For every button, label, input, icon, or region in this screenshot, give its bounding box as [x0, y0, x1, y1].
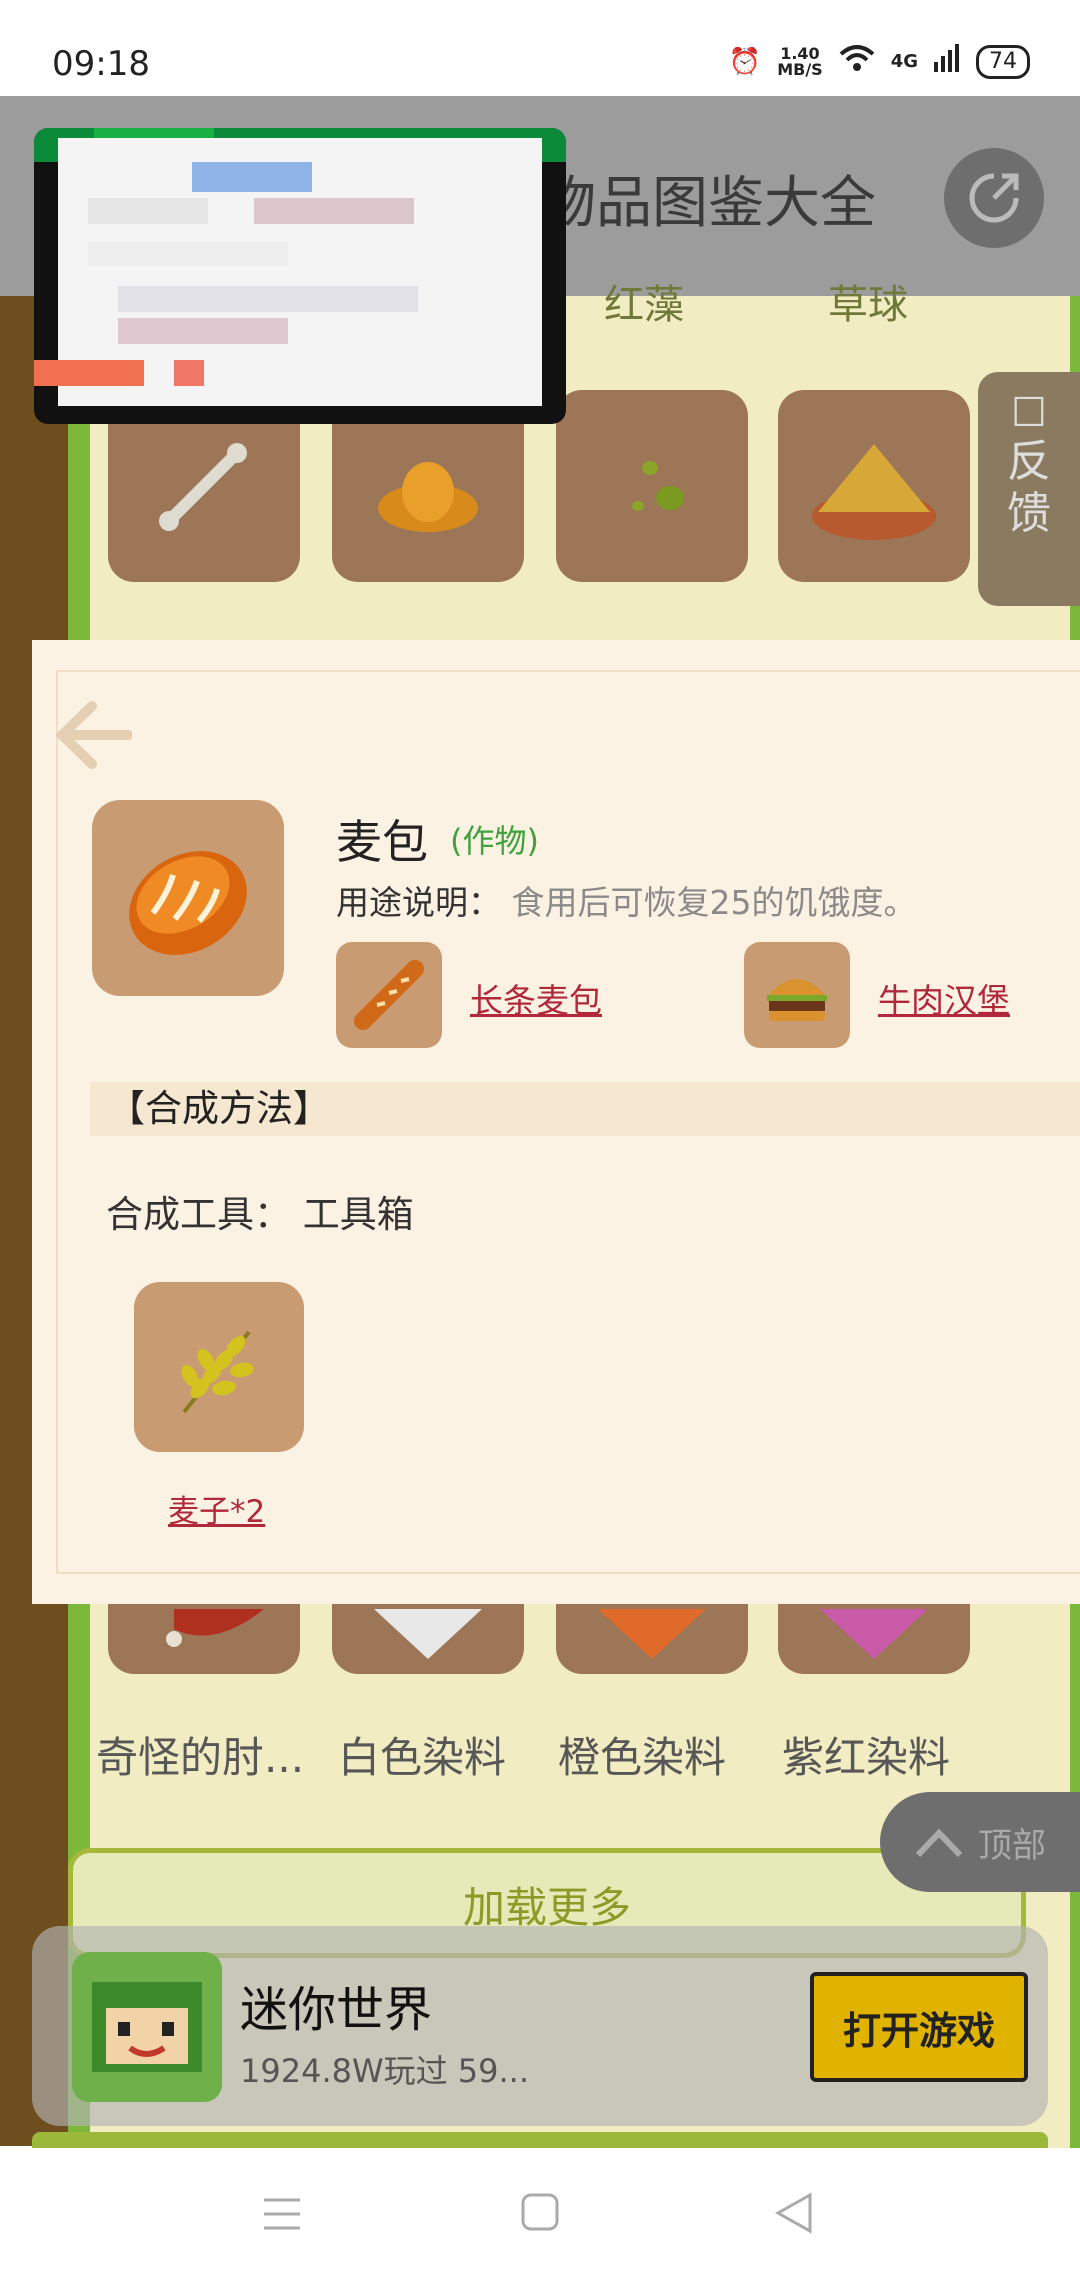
grid-item-label[interactable]: 紫红染料	[782, 1724, 950, 1785]
burger-icon	[767, 979, 827, 1021]
alarm-icon: ⏰	[728, 46, 762, 77]
floating-video-thumbnail[interactable]	[34, 128, 566, 424]
thumbnail-block	[254, 198, 414, 224]
open-game-button[interactable]: 打开游戏	[810, 1972, 1028, 2082]
grid-item-tile[interactable]	[108, 1604, 300, 1674]
item-name: 麦包	[336, 815, 428, 869]
related-item-tile[interactable]	[336, 942, 442, 1048]
back-triangle-icon[interactable]	[774, 2192, 814, 2234]
net-speed: 1.40 MB/S	[777, 43, 823, 79]
app-name: 迷你世界	[240, 1982, 433, 2038]
feedback-button[interactable]: ☐ 反馈	[978, 372, 1080, 606]
thumbnail-block	[174, 360, 204, 386]
white-dye-icon	[374, 1609, 482, 1659]
thumbnail-block	[118, 318, 288, 344]
recipe-section-title: 【合成方法】	[90, 1082, 1080, 1136]
grid-item-tile[interactable]	[778, 390, 970, 582]
usage-value: 食用后可恢复25的饥饿度。	[511, 883, 917, 922]
share-icon	[969, 173, 1019, 223]
grid-item-tile[interactable]	[332, 1604, 524, 1674]
wheat-icon	[181, 1330, 254, 1414]
back-to-top-label: 顶部	[978, 1825, 1046, 1866]
app-icon[interactable]	[72, 1952, 222, 2102]
system-nav-bar	[0, 2148, 1080, 2280]
thumbnail-block	[34, 360, 144, 386]
bread-icon	[129, 851, 247, 955]
back-to-top-button[interactable]: 顶部	[880, 1792, 1080, 1892]
network-type: 4G	[890, 51, 918, 72]
share-button[interactable]	[944, 148, 1044, 248]
item-type: (作物)	[450, 822, 539, 860]
home-icon[interactable]	[520, 2192, 560, 2232]
category-label[interactable]: 红藻	[604, 272, 684, 330]
material-tile[interactable]	[134, 1282, 304, 1452]
grid-item-tile[interactable]	[556, 1604, 748, 1674]
related-item-link[interactable]: 牛肉汉堡	[878, 974, 1010, 1022]
related-item-tile[interactable]	[744, 942, 850, 1048]
related-item-link[interactable]: 长条麦包	[470, 974, 602, 1022]
chevron-up-icon	[915, 1828, 963, 1858]
material-link[interactable]: 麦子*2	[168, 1486, 265, 1531]
category-label[interactable]: 草球	[828, 272, 908, 330]
page-title: 物品图鉴大全	[540, 171, 876, 236]
seeds-icon	[632, 461, 684, 511]
thumbnail-block	[192, 162, 312, 192]
thumbnail-block	[118, 286, 418, 312]
usage-label: 用途说明：	[336, 883, 501, 922]
menu-icon[interactable]	[262, 2196, 302, 2232]
grid-item-tile[interactable]	[778, 1604, 970, 1674]
back-arrow-icon	[54, 701, 133, 769]
item-usage: 用途说明： 食用后可恢复25的饥饿度。	[336, 876, 917, 924]
back-button[interactable]	[54, 700, 133, 774]
crafting-tool: 合成工具： 工具箱	[106, 1193, 414, 1236]
game-character-icon	[72, 1952, 222, 2102]
magenta-dye-icon	[820, 1609, 928, 1659]
battery-indicator: 74	[976, 44, 1030, 79]
grid-item-label[interactable]: 白色染料	[338, 1724, 506, 1785]
honey-icon	[378, 462, 478, 532]
feedback-label: 反馈	[1007, 436, 1051, 539]
signal-icon	[934, 44, 960, 79]
bone-icon	[159, 443, 247, 531]
grid-item-label[interactable]: 橙色染料	[558, 1724, 726, 1785]
thumbnail-block	[88, 198, 208, 224]
status-time: 09:18	[52, 44, 150, 84]
wifi-icon	[839, 44, 875, 79]
grid-item-tile[interactable]	[556, 390, 748, 582]
grain-pile-icon	[812, 444, 936, 540]
edit-icon: ☐	[1011, 390, 1047, 436]
status-bar: 09:18 ⏰ 1.40 MB/S 4G 74	[0, 0, 1080, 96]
orange-dye-icon	[598, 1609, 706, 1659]
thumbnail-block	[88, 242, 288, 266]
item-main-icon	[92, 800, 284, 996]
baguette-icon	[354, 960, 424, 1030]
meat-icon	[166, 1609, 264, 1647]
status-icons: ⏰ 1.40 MB/S 4G 74	[729, 44, 1030, 79]
bottom-green-strip	[32, 2132, 1048, 2148]
grid-item-label[interactable]: 奇怪的肘...	[96, 1724, 304, 1785]
app-play-count: 1924.8W玩过 59...	[240, 2052, 530, 2090]
